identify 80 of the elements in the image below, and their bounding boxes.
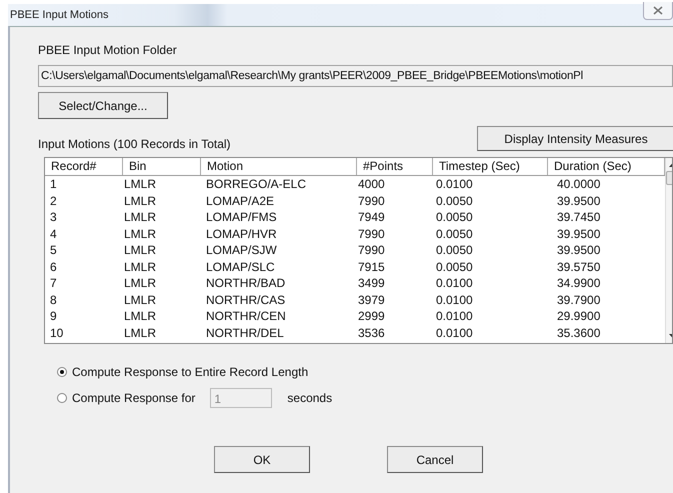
table-cell: 39.7450 [557, 210, 600, 224]
table-cell: 4000 [358, 177, 385, 191]
table-cell: 3499 [358, 276, 385, 290]
option-label: Compute Response for [72, 391, 196, 405]
table-cell: NORTHR/BAD [206, 276, 286, 290]
table-cell: 4 [50, 226, 57, 240]
cancel-button[interactable]: Cancel [387, 446, 483, 473]
option-label: Compute Response to Entire Record Length [72, 365, 308, 379]
table-cell: 0.0100 [436, 276, 473, 290]
table-cell: LMLR [124, 226, 156, 240]
column-header[interactable]: Record# [45, 158, 123, 175]
radio-button[interactable] [57, 393, 67, 403]
table-cell: 0.0050 [436, 243, 473, 257]
table-cell: LOMAP/SLC [206, 260, 275, 274]
table-cell: 7915 [358, 260, 385, 274]
table-cell: 29.9900 [557, 309, 600, 323]
table-cell: LOMAP/FMS [206, 210, 277, 224]
table-cell: LOMAP/HVR [206, 226, 277, 240]
table-cell: 3536 [358, 326, 385, 340]
column-header[interactable]: Motion [201, 158, 357, 175]
close-icon [652, 6, 664, 15]
table-cell: 0.0100 [436, 309, 473, 323]
table-cell: 7990 [358, 194, 385, 208]
table-cell: 39.5750 [557, 260, 600, 274]
table-cell: LMLR [124, 260, 156, 274]
table-cell: 9 [50, 309, 57, 323]
column-header[interactable]: #Points [357, 158, 433, 175]
table-cell: 2 [50, 194, 57, 208]
table-cell: 7949 [358, 210, 385, 224]
table-cell: BORREGO/A-ELC [206, 177, 306, 191]
radio-button[interactable] [57, 367, 67, 377]
table-cell: NORTHR/CAS [206, 292, 286, 306]
close-button[interactable] [643, 2, 673, 20]
table-cell: 8 [50, 292, 57, 306]
table-cell: 6 [50, 260, 57, 274]
table-cell: 0.0100 [436, 326, 473, 340]
table-cell: 0.0100 [436, 177, 473, 191]
table-cell: 39.9500 [557, 226, 600, 240]
table-cell: LMLR [124, 292, 156, 306]
unit-label: seconds [287, 391, 332, 405]
table-cell: 39.9500 [557, 194, 600, 208]
table-cell: 7990 [358, 243, 385, 257]
table-cell: LMLR [124, 326, 156, 340]
table-cell: 1 [50, 177, 57, 191]
ok-button[interactable]: OK [214, 446, 310, 473]
table-cell: 40.0000 [557, 177, 600, 191]
column-header[interactable]: Timestep (Sec) [433, 158, 548, 175]
column-header[interactable]: Bin [123, 158, 201, 175]
select-change-button[interactable]: Select/Change... [38, 92, 168, 119]
table-cell: LMLR [124, 194, 156, 208]
table-cell: 3979 [358, 292, 385, 306]
table-cell: 35.3600 [557, 326, 600, 340]
table-cell: NORTHR/DEL [206, 326, 284, 340]
table-cell: 39.9500 [557, 243, 600, 257]
table-cell: 0.0050 [436, 194, 473, 208]
table-cell: 3 [50, 210, 57, 224]
table-cell: 10 [50, 326, 64, 340]
table-cell: 2999 [358, 309, 385, 323]
table-cell: LMLR [124, 210, 156, 224]
table-cell: 0.0050 [436, 210, 473, 224]
table-cell: LMLR [124, 243, 156, 257]
table-cell: LOMAP/SJW [206, 243, 277, 257]
table-cell: LOMAP/A2E [206, 194, 274, 208]
window-title: PBEE Input Motions [9, 9, 108, 21]
table-cell: 7 [50, 276, 57, 290]
table-cell: 0.0050 [436, 226, 473, 240]
table-cell: 34.9900 [557, 276, 600, 290]
display-intensity-button[interactable]: Display Intensity Measures [477, 126, 673, 151]
table-cell: LMLR [124, 276, 156, 290]
input-motions-label: Input Motions (100 Records in Total) [38, 137, 231, 151]
table-cell: 0.0100 [436, 292, 473, 306]
table-cell: 0.0050 [436, 260, 473, 274]
table-cell: 5 [50, 243, 57, 257]
folder-path-field[interactable]: C:\Users\elgamal\Documents\elgamal\Research\My grants\PEER\2009_PBEE_Bridge\PBEEMotions\motionPl [38, 65, 673, 87]
folder-label: PBEE Input Motion Folder [38, 43, 178, 57]
table-cell: 39.7900 [557, 292, 600, 306]
table-cell: LMLR [124, 177, 156, 191]
table-cell: NORTHR/CEN [206, 309, 286, 323]
table-cell: 7990 [358, 226, 385, 240]
table-cell: LMLR [124, 309, 156, 323]
